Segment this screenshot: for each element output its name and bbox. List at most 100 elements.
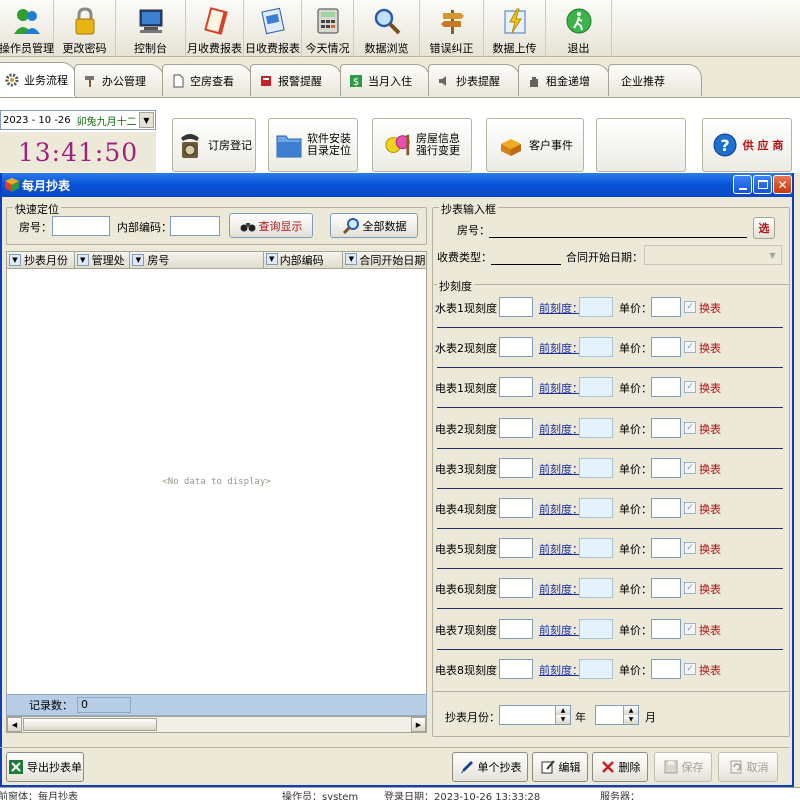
swap-meter-checkbox[interactable]: ✓ xyxy=(684,461,696,474)
meter-current-input[interactable] xyxy=(499,538,533,559)
tab-office-management[interactable]: 办公管理 xyxy=(74,64,164,96)
tab-enterprise-recommend[interactable]: 企业推荐 xyxy=(608,64,702,96)
tab-month-checkin[interactable]: $ 当月入住 xyxy=(340,64,430,96)
meter-price-input[interactable] xyxy=(651,377,681,398)
export-meter-sheet-button[interactable]: 导出抄表单 xyxy=(6,752,84,782)
swap-meter-checkbox[interactable]: ✓ xyxy=(684,381,696,394)
select-room-button[interactable]: 选 xyxy=(753,217,775,239)
meter-current-input[interactable] xyxy=(499,297,533,317)
contract-start-date-field[interactable]: ▼ xyxy=(644,245,782,265)
column-contract-start-date[interactable]: ▼ 合同开始日期 xyxy=(343,252,426,268)
meter-current-input[interactable] xyxy=(499,457,533,478)
meter-prev-input[interactable] xyxy=(579,658,613,679)
meter-price-input[interactable] xyxy=(651,538,681,559)
grid-horizontal-scrollbar[interactable]: ◀ ▶ xyxy=(6,716,427,733)
meter-prev-input[interactable] xyxy=(579,578,613,599)
toolbar-error-correction-button[interactable]: 错误纠正 xyxy=(420,0,484,57)
all-data-button[interactable]: 全部数据 xyxy=(330,213,418,238)
maximize-button[interactable] xyxy=(753,175,772,194)
meter-prev-label[interactable]: 前刻度： xyxy=(539,622,583,638)
query-display-button[interactable]: 查询显示 xyxy=(229,213,313,238)
meter-current-input[interactable] xyxy=(499,377,533,398)
swap-meter-checkbox[interactable]: ✓ xyxy=(684,301,696,313)
filter-dropdown-icon[interactable]: ▼ xyxy=(265,253,278,265)
single-meter-button[interactable]: 单个抄表 xyxy=(452,752,528,782)
meter-current-input[interactable] xyxy=(499,337,533,358)
meter-price-input[interactable] xyxy=(651,457,681,478)
meter-prev-label[interactable]: 前刻度： xyxy=(539,461,583,477)
blank-panel-button[interactable] xyxy=(596,118,686,172)
meter-prev-input[interactable] xyxy=(579,457,613,478)
meter-current-input[interactable] xyxy=(499,658,533,679)
meter-price-input[interactable] xyxy=(651,658,681,679)
toolbar-data-browse-button[interactable]: 数据浏览 xyxy=(354,0,420,57)
meter-prev-input[interactable] xyxy=(579,337,613,358)
save-button[interactable]: 保存 xyxy=(654,752,712,782)
cancel-button[interactable]: 取消 xyxy=(718,752,778,782)
spin-down-icon[interactable]: ▼ xyxy=(623,715,638,724)
meter-price-input[interactable] xyxy=(651,297,681,317)
filter-dropdown-icon[interactable]: ▼ xyxy=(132,254,145,266)
room-booking-button[interactable]: 订房登记 xyxy=(172,118,256,172)
meter-prev-label[interactable]: 前刻度： xyxy=(539,541,583,557)
toolbar-change-password-button[interactable]: 更改密码 xyxy=(54,0,116,57)
supplier-button[interactable]: ? 供 应 商 xyxy=(702,118,792,172)
scroll-left-icon[interactable]: ◀ xyxy=(7,717,22,732)
tab-rent-increase[interactable]: 租金递增 xyxy=(518,64,610,96)
fee-type-field[interactable] xyxy=(491,245,561,265)
column-meter-month[interactable]: ▼ 抄表月份 xyxy=(7,252,75,268)
meter-month-spinner[interactable]: ▲ ▼ xyxy=(595,705,639,725)
swap-meter-checkbox[interactable]: ✓ xyxy=(684,421,696,434)
meter-prev-label[interactable]: 前刻度： xyxy=(539,380,583,396)
swap-meter-checkbox[interactable]: ✓ xyxy=(684,582,696,595)
meter-year-spinner[interactable]: ▲ ▼ xyxy=(499,705,571,725)
meter-prev-label[interactable]: 前刻度： xyxy=(539,662,583,678)
toolbar-daily-fee-report-button[interactable]: 日收费报表 xyxy=(244,0,302,57)
input-room-field[interactable] xyxy=(489,218,747,238)
meter-prev-label[interactable]: 前刻度： xyxy=(539,340,583,356)
toolbar-today-status-button[interactable]: 今天情况 xyxy=(302,0,354,57)
scroll-right-icon[interactable]: ▶ xyxy=(411,717,426,732)
close-button[interactable]: ✕ xyxy=(773,175,792,194)
meter-prev-input[interactable] xyxy=(579,297,613,317)
room-info-change-button[interactable]: 房屋信息 强行变更 xyxy=(372,118,472,172)
meter-price-input[interactable] xyxy=(651,417,681,438)
meter-prev-input[interactable] xyxy=(579,538,613,559)
swap-meter-checkbox[interactable]: ✓ xyxy=(684,502,696,514)
toolbar-monthly-fee-report-button[interactable]: 月收费报表 xyxy=(186,0,244,57)
meter-current-input[interactable] xyxy=(499,578,533,599)
edit-button[interactable]: 编辑 xyxy=(532,752,588,782)
toolbar-exit-button[interactable]: 退出 xyxy=(546,0,612,57)
spin-up-icon[interactable]: ▲ xyxy=(623,706,638,715)
chevron-down-icon[interactable]: ▼ xyxy=(139,112,154,128)
filter-dropdown-icon[interactable]: ▼ xyxy=(9,254,21,266)
meter-prev-label[interactable]: 前刻度： xyxy=(539,581,583,597)
quick-code-input[interactable] xyxy=(170,216,220,236)
window-titlebar[interactable]: 每月抄表 ✕ xyxy=(2,173,792,197)
filter-dropdown-icon[interactable]: ▼ xyxy=(345,253,358,265)
scroll-thumb[interactable] xyxy=(23,718,157,731)
column-management-office[interactable]: ▼ 管理处 xyxy=(75,252,131,268)
grid-body[interactable]: <No data to display> xyxy=(6,269,427,694)
delete-button[interactable]: 删除 xyxy=(592,752,648,782)
meter-current-input[interactable] xyxy=(499,618,533,639)
meter-current-input[interactable] xyxy=(499,417,533,438)
meter-prev-label[interactable]: 前刻度： xyxy=(539,421,583,437)
tab-meter-reminder[interactable]: 抄表提醒 xyxy=(428,64,520,96)
meter-prev-input[interactable] xyxy=(579,618,613,639)
swap-meter-checkbox[interactable]: ✓ xyxy=(684,341,696,354)
meter-prev-label[interactable]: 前刻度： xyxy=(539,300,583,316)
swap-meter-checkbox[interactable]: ✓ xyxy=(684,542,696,555)
column-room-number[interactable]: ▼ 房号 xyxy=(130,252,264,268)
toolbar-data-upload-button[interactable]: 数据上传 xyxy=(484,0,546,57)
meter-price-input[interactable] xyxy=(651,337,681,358)
software-install-dir-button[interactable]: 软件安装 目录定位 xyxy=(268,118,358,172)
meter-price-input[interactable] xyxy=(651,618,681,639)
spin-up-icon[interactable]: ▲ xyxy=(555,706,570,715)
quick-room-input[interactable] xyxy=(52,216,110,236)
tab-business-flow[interactable]: 业务流程 xyxy=(0,62,76,97)
toolbar-operator-admin-button[interactable]: 操作员管理 xyxy=(0,0,54,57)
customer-events-button[interactable]: 客户事件 xyxy=(486,118,584,172)
meter-prev-label[interactable]: 前刻度： xyxy=(539,501,583,517)
chevron-down-icon[interactable]: ▼ xyxy=(765,247,780,263)
